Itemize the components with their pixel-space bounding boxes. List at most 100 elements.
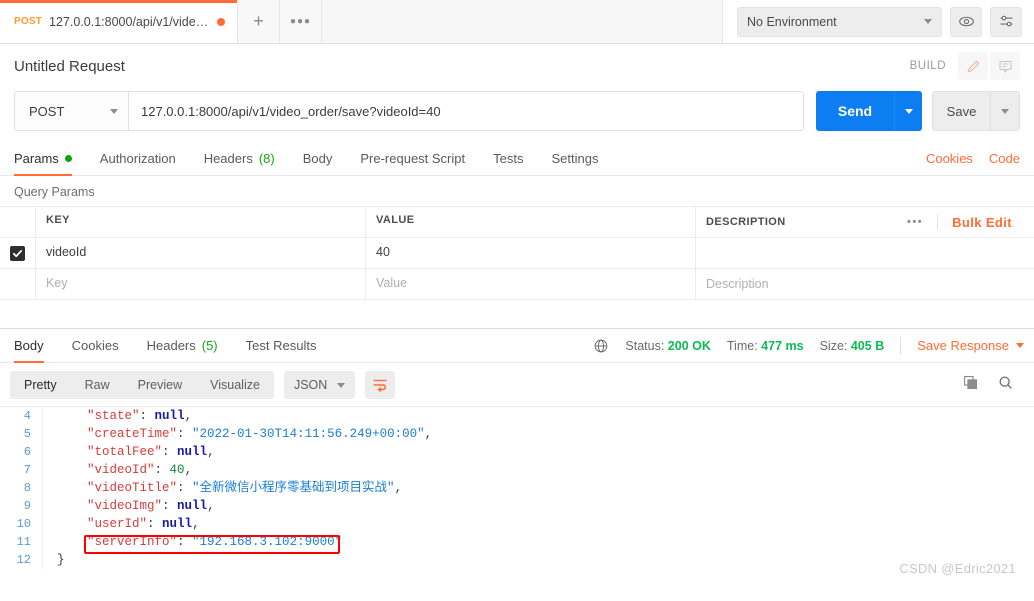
new-tab-button[interactable]: + — [238, 0, 281, 43]
url-bar: POST 127.0.0.1:8000/api/v1/video_order/s… — [0, 88, 1034, 134]
response-body-editor[interactable]: 4 "state": null, 5 "createTime": "2022-01… — [0, 406, 1034, 584]
view-mode-pretty[interactable]: Pretty — [10, 371, 71, 399]
tab-body[interactable]: Body — [303, 151, 333, 175]
send-options-button[interactable] — [894, 91, 922, 131]
environment-quick-look-button[interactable] — [950, 6, 982, 37]
save-response-label: Save Response — [917, 338, 1009, 353]
chevron-down-icon — [337, 382, 346, 388]
row-checkbox-cell-empty — [0, 269, 36, 299]
line-number: 5 — [23, 427, 31, 441]
code-link[interactable]: Code — [989, 151, 1020, 166]
code-line-text: "totalFee": null, — [42, 443, 1034, 461]
save-options-button[interactable] — [990, 91, 1020, 131]
column-header-description-label: DESCRIPTION — [706, 216, 786, 228]
code-token: "videoTitle" — [87, 481, 178, 495]
line-number: 6 — [23, 445, 31, 459]
code-line: 6 "totalFee": null, — [0, 443, 1034, 461]
row-checkbox-cell — [0, 238, 36, 268]
response-tab-cookies[interactable]: Cookies — [72, 338, 119, 362]
param-key-input[interactable]: videoId — [36, 238, 366, 268]
tab-pre-request-script[interactable]: Pre-request Script — [360, 151, 465, 175]
tab-headers-count: (8) — [258, 151, 275, 166]
environment-area: No Environment — [722, 0, 1034, 43]
unsaved-changes-dot-icon — [217, 17, 226, 26]
code-token: , — [207, 499, 215, 513]
code-token: null — [154, 409, 185, 423]
code-token: "全新微信小程序零基础到项目实战" — [192, 481, 395, 495]
chevron-down-icon — [924, 19, 932, 24]
time-group: Time: 477 ms — [727, 339, 804, 353]
request-section-tabs: Params Authorization Headers (8) Body Pr… — [0, 142, 1034, 176]
send-button[interactable]: Send — [816, 91, 894, 131]
tab-authorization[interactable]: Authorization — [100, 151, 176, 175]
copy-response-button[interactable] — [962, 374, 979, 396]
response-tab-headers[interactable]: Headers (5) — [147, 338, 218, 362]
query-params-label: Query Params — [14, 185, 95, 199]
bulk-edit-button[interactable]: Bulk Edit — [952, 215, 1012, 230]
view-mode-raw[interactable]: Raw — [71, 371, 124, 399]
code-line-text: "videoId": 40, — [42, 461, 1034, 479]
send-button-group: Send — [816, 91, 922, 131]
search-response-button[interactable] — [997, 374, 1014, 396]
new-param-value-input[interactable]: Value — [366, 269, 696, 299]
code-line-text: "serverInfo": "192.168.3.102:9000" — [42, 533, 1034, 551]
code-line-text: "state": null, — [42, 407, 1034, 425]
code-token: null — [177, 499, 208, 513]
build-label: BUILD — [909, 60, 946, 72]
tab-options-button[interactable]: ●●● — [280, 0, 323, 43]
edit-request-button[interactable] — [958, 52, 988, 80]
param-enabled-checkbox[interactable] — [10, 245, 25, 261]
code-token: "serverInfo" — [87, 535, 178, 549]
code-token: , — [424, 427, 433, 441]
globe-icon — [595, 339, 608, 352]
code-token: "createTime" — [87, 427, 178, 441]
status-group: Status: 200 OK — [625, 339, 711, 353]
status-value: 200 OK — [667, 338, 711, 353]
response-meta: Status: 200 OK Time: 477 ms Size: 405 B … — [593, 337, 1024, 362]
view-mode-visualize[interactable]: Visualize — [196, 371, 274, 399]
word-wrap-button[interactable] — [365, 371, 396, 399]
code-token: 40 — [169, 463, 185, 477]
environment-settings-button[interactable] — [990, 6, 1022, 37]
code-token: : — [139, 409, 155, 423]
line-number: 9 — [23, 499, 31, 513]
chevron-down-icon — [1016, 343, 1024, 348]
table-options-button[interactable]: ••• — [907, 216, 923, 228]
param-description-input[interactable] — [696, 238, 1034, 268]
code-line: 11 "serverInfo": "192.168.3.102:9000" — [0, 533, 1034, 551]
new-param-description-input[interactable]: Description — [696, 269, 1034, 299]
tab-params[interactable]: Params — [14, 151, 72, 176]
table-row: videoId 40 — [0, 238, 1034, 269]
pencil-icon — [967, 60, 979, 72]
url-input[interactable]: 127.0.0.1:8000/api/v1/video_order/save?v… — [128, 91, 804, 131]
code-token: : — [154, 463, 170, 477]
search-icon — [999, 376, 1012, 389]
tab-body-label: Body — [302, 151, 333, 166]
environment-selector[interactable]: No Environment — [737, 6, 942, 37]
code-line: 4 "state": null, — [0, 407, 1034, 425]
request-tab[interactable]: POST 127.0.0.1:8000/api/v1/video_o... — [0, 0, 239, 43]
request-title-row: Untitled Request BUILD — [0, 44, 1034, 88]
tab-settings[interactable]: Settings — [551, 151, 598, 175]
response-tab-test-results[interactable]: Test Results — [246, 338, 317, 362]
param-value-input[interactable]: 40 — [366, 238, 696, 268]
response-tab-body[interactable]: Body — [14, 338, 44, 363]
comments-button[interactable] — [990, 52, 1020, 80]
http-method-selector[interactable]: POST — [14, 91, 128, 131]
code-line: 9 "videoImg": null, — [0, 497, 1034, 515]
tab-headers[interactable]: Headers (8) — [204, 151, 275, 175]
response-format-selector[interactable]: JSON — [283, 371, 356, 399]
url-text: 127.0.0.1:8000/api/v1/video_order/save?v… — [141, 103, 441, 119]
code-line-text: "createTime": "2022-01-30T14:11:56.249+0… — [42, 425, 1034, 443]
new-param-key-input[interactable]: Key — [36, 269, 366, 299]
view-mode-preview[interactable]: Preview — [124, 371, 196, 399]
tab-method-label: POST — [14, 16, 43, 27]
code-token: "192.168.3.102:9000" — [192, 535, 343, 549]
copy-icon — [963, 375, 978, 390]
code-line: 8 "videoTitle": "全新微信小程序零基础到项目实战", — [0, 479, 1034, 497]
save-response-button[interactable]: Save Response — [917, 338, 1024, 353]
save-button[interactable]: Save — [932, 91, 990, 131]
tab-tests[interactable]: Tests — [493, 151, 523, 175]
cookies-link[interactable]: Cookies — [926, 151, 973, 166]
response-tab-cookies-label: Cookies — [71, 338, 119, 353]
